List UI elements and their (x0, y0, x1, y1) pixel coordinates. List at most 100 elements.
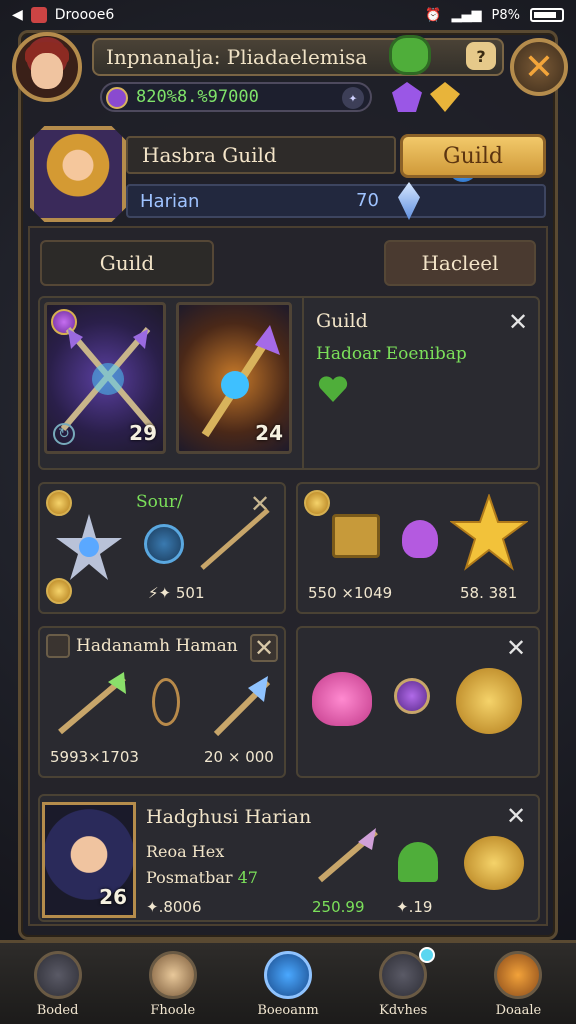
sour-title: Sour/ (136, 492, 183, 512)
refresh-icon: ↻ (53, 423, 75, 445)
member-level: 70 (356, 190, 379, 211)
battle-icon (494, 951, 543, 999)
hero1-stat-1: 5993×1703 (50, 748, 139, 766)
hero2-level: 26 (99, 885, 127, 909)
coin-icon (46, 578, 72, 604)
hero2-portrait[interactable]: 26 (42, 802, 136, 918)
sour-stat-value: 501 (175, 584, 205, 602)
hero1-card: Hadanamh Haman ✕ 5993×1703 20 × 000 (38, 626, 286, 778)
member-bar: Harian 70 (126, 182, 546, 220)
loot-card: 550 ×1049 58. 381 (296, 482, 540, 614)
loot-stat1-value: 550 (308, 584, 337, 602)
featured-card: ↻ 29 24 Guild ✕ Hadoar Eoenibap (38, 296, 540, 470)
amulet-icon (152, 678, 180, 726)
nav-label-doaale: Doaale (495, 1003, 542, 1018)
sour-stat: ⚡✦ 501 (148, 584, 205, 602)
slot1-level: 29 (129, 421, 157, 445)
featured-subtitle: Hadoar Eoenibap (316, 344, 467, 364)
carrier-label: P8% (491, 7, 520, 23)
lotus-icon (312, 672, 372, 726)
hero2-line2-text: Posmatbar (146, 868, 233, 887)
close-button[interactable]: ✕ (510, 38, 568, 96)
hero2-card: 26 Hadghusi Harian ✕ Reoa Hex Posmatbar … (38, 794, 540, 922)
gold-star-icon (450, 494, 528, 571)
guild-name-text: Hasbra Guild (142, 143, 277, 167)
hero1-title: Hadanamh Haman (76, 636, 238, 656)
hero2-stat3-value: .19 (408, 898, 433, 916)
tabs-panel: Guild Hacleel ↻ 29 24 Guild ✕ Hadoar Eoe… (28, 226, 548, 926)
hero1-stat2-mult: 000 (245, 748, 274, 766)
hero2-stat-1: ✦.8006 (146, 898, 202, 916)
weapon-slot-2[interactable]: 24 (176, 302, 292, 454)
shield-icon (33, 951, 82, 999)
spiked-star-icon (56, 514, 122, 580)
add-currency-button[interactable]: ✦ (342, 87, 364, 109)
alarm-icon: ⏰ (425, 7, 442, 23)
sword-badge-icon (46, 634, 70, 658)
crystal-icon (398, 182, 420, 220)
hero2-stat-3: ✦.19 (396, 898, 432, 916)
dagger-icon (318, 828, 378, 883)
nav-item-boded[interactable]: Boded (0, 943, 115, 1024)
close-featured-button[interactable]: ✕ (504, 308, 532, 336)
war-axe-icon (58, 672, 126, 735)
crystal-axe-icon (213, 676, 271, 737)
stat-icon: ⚡✦ (148, 584, 172, 602)
hero2-stat1-icon: ✦ (146, 898, 159, 916)
loot-stat-2: 58. 381 (460, 584, 517, 602)
shield-badge-icon (304, 490, 330, 516)
tab-guild[interactable]: Guild (40, 240, 214, 286)
sour-card: Sour/ ✕ ⚡✦ 501 (38, 482, 286, 614)
green-orb-icon[interactable] (392, 38, 428, 72)
loot-stat1-mult: ×1049 (341, 584, 393, 602)
orb-amulet-icon (394, 678, 430, 714)
guild-name: Hasbra Guild (126, 136, 478, 182)
help-button[interactable]: ? (466, 42, 496, 70)
hero2-title: Hadghusi Harian (146, 806, 312, 828)
herb-icon (398, 842, 438, 882)
nav-item-kdvhes[interactable]: Kdvhes (346, 943, 461, 1024)
gold-helmet-icon (456, 668, 522, 734)
nav-item-boeoanm[interactable]: Boeoanm (230, 943, 345, 1024)
chest-icon (332, 514, 380, 558)
swirl-icon (144, 524, 184, 564)
loot-stat2-mult: 381 (488, 584, 518, 602)
hero2-stat1-value: .8006 (158, 898, 202, 916)
hero1-stat2-value: 20 (204, 748, 224, 766)
guild-header: Hasbra Guild Guild Harian 70 (30, 126, 550, 226)
weapon-slot-1[interactable]: ↻ 29 (44, 302, 166, 454)
crystal-home-icon (264, 951, 312, 999)
loot-stat2-value: 58. (460, 584, 484, 602)
featured-info: Guild ✕ Hadoar Eoenibap (302, 298, 540, 468)
nav-label-boded: Boded (36, 1003, 79, 1018)
hero2-line1: Reoa Hex (146, 842, 225, 861)
nav-item-doaale[interactable]: Doaale (461, 943, 576, 1024)
heart-icon (318, 374, 348, 404)
bottom-nav: Boded Fhoole Boeoanm Kdvhes Doaale (0, 940, 576, 1024)
nav-item-fhoole[interactable]: Fhoole (115, 943, 230, 1024)
featured-title: Guild (316, 310, 368, 332)
purple-heart-gem-icon (402, 520, 438, 558)
tab-hacleel[interactable]: Hacleel (384, 240, 536, 286)
notification-dot (418, 947, 435, 963)
guild-button[interactable]: Guild (400, 134, 546, 178)
signal-icon: ▂▄▆ (451, 7, 482, 23)
app-icon (30, 7, 47, 23)
hero2-stat-2: 250.99 (312, 898, 365, 916)
page-title: Inpnanalja: Pliadaelemisa (92, 38, 504, 76)
nav-label-boeoanm: Boeoanm (257, 1003, 319, 1018)
guild-avatar[interactable] (30, 126, 126, 222)
player-avatar[interactable] (12, 32, 82, 102)
hero2-line2: Posmatbar 47 (146, 868, 258, 887)
close-hero2-button[interactable]: ✕ (502, 802, 530, 830)
avatar-face (31, 53, 63, 90)
close-items-button[interactable]: ✕ (502, 634, 530, 662)
nav-label-kdvhes: Kdvhes (379, 1003, 428, 1018)
character-icon (148, 951, 197, 999)
close-hero1-button[interactable]: ✕ (250, 634, 278, 662)
currency-value: 820%8.%97000 (136, 87, 259, 107)
back-icon[interactable]: ◀ (12, 7, 23, 23)
nav-label-fhoole: Fhoole (150, 1003, 196, 1018)
slot2-level: 24 (255, 421, 283, 445)
spear-icon (200, 508, 270, 570)
